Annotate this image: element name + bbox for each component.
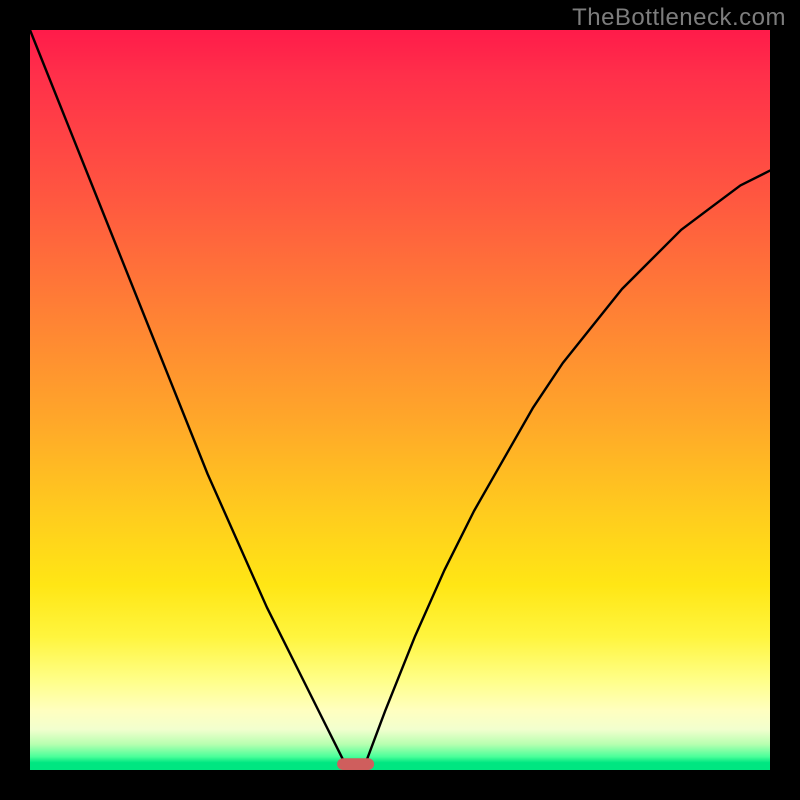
plot-svg (30, 30, 770, 770)
chart-frame: TheBottleneck.com (0, 0, 800, 800)
curve-left (30, 30, 348, 770)
watermark-text: TheBottleneck.com (572, 4, 786, 32)
plot-area (30, 30, 770, 770)
curve-right (363, 171, 770, 770)
minimum-marker (337, 758, 374, 770)
